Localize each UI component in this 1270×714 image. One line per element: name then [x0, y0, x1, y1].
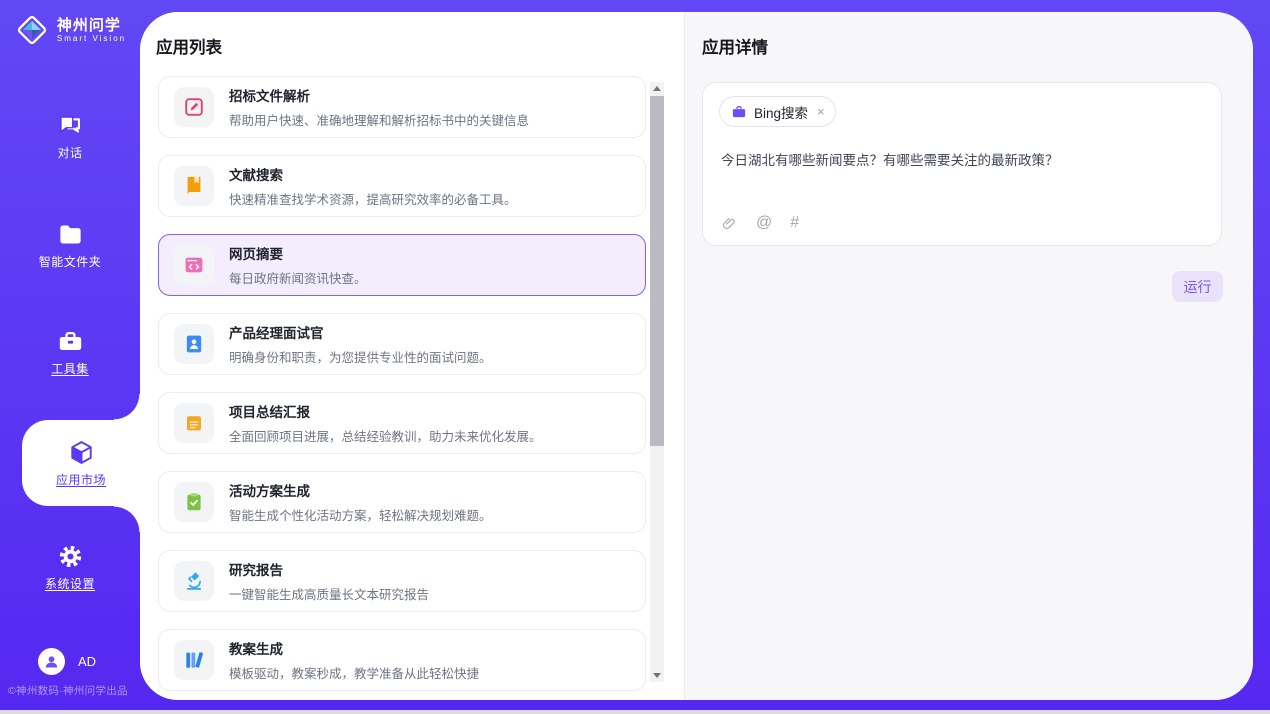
sidebar-item-label: 系统设置 — [45, 575, 95, 592]
avatar — [38, 648, 65, 675]
app-card-research-report[interactable]: 研究报告 一键智能生成高质量长文本研究报告 — [158, 550, 646, 612]
web-summary-icon — [174, 245, 214, 285]
app-card-title: 活动方案生成 — [229, 480, 492, 500]
app-card-pm-interviewer[interactable]: 产品经理面试官 明确身份和职责，为您提供专业性的面试问题。 — [158, 313, 646, 375]
app-card-event-plan[interactable]: 活动方案生成 智能生成个性化活动方案，轻松解决规划难题。 — [158, 471, 646, 533]
triangle-up-icon — [653, 86, 661, 91]
tool-chip-bing-search[interactable]: Bing搜索 × — [719, 96, 836, 127]
pm-interviewer-icon — [174, 324, 214, 364]
sidebar-item-settings[interactable]: 系统设置 — [0, 543, 140, 593]
app-card-description: 一键智能生成高质量长文本研究报告 — [229, 584, 429, 603]
app-detail-title: 应用详情 — [702, 38, 1223, 58]
app-card-description: 帮助用户快速、准确地理解和解析招标书中的关键信息 — [229, 110, 529, 129]
brand-subtitle: Smart Vision — [57, 34, 126, 44]
sidebar-item-toolset[interactable]: 工具集 — [0, 328, 140, 378]
app-list: 招标文件解析 帮助用户快速、准确地理解和解析招标书中的关键信息 文献搜索 快速精… — [158, 76, 646, 691]
mention-icon[interactable]: @ — [756, 214, 772, 232]
sidebar-item-label: 对话 — [57, 144, 82, 161]
app-list-panel: 应用列表 招标文件解析 帮助用户快速、准确地理解和解析招标书中的关键信息 — [140, 12, 684, 700]
query-input[interactable]: 今日湖北有哪些新闻要点？有哪些需要关注的最新政策？ — [721, 151, 1203, 170]
composer-card[interactable]: Bing搜索 × 今日湖北有哪些新闻要点？有哪些需要关注的最新政策？ @ # — [702, 82, 1222, 246]
person-icon — [42, 652, 61, 671]
app-card-title: 文献搜索 — [229, 164, 517, 184]
gear-icon — [57, 543, 84, 570]
brand-name: 神州问学 — [57, 17, 126, 34]
app-card-title: 招标文件解析 — [229, 85, 529, 105]
app-card-lesson-plan[interactable]: 教案生成 模板驱动，教案秒成，教学准备从此轻松快捷 — [158, 629, 646, 691]
user-name: AD — [78, 654, 96, 669]
project-report-icon — [174, 403, 214, 443]
research-report-icon — [174, 561, 214, 601]
diamond-logo-icon — [14, 12, 50, 48]
window-bottom-strip — [0, 710, 1270, 714]
app-card-description: 全面回顾项目进展，总结经验教训，助力未来优化发展。 — [229, 426, 542, 445]
sidebar: 神州问学 Smart Vision 对话 智能文件夹 工具集 应用市场 — [0, 0, 140, 714]
copyright-footer: ©神州数码·神州问学出品 — [8, 683, 140, 698]
sidebar-item-label: 应用市场 — [56, 471, 106, 488]
scrollbar-up-button[interactable] — [650, 82, 664, 95]
briefcase-icon — [731, 104, 747, 120]
app-card-literature-search[interactable]: 文献搜索 快速精准查找学术资源，提高研究效率的必备工具。 — [158, 155, 646, 217]
app-card-title: 教案生成 — [229, 638, 479, 658]
app-card-title: 项目总结汇报 — [229, 401, 542, 421]
app-card-description: 每日政府新闻资讯快查。 — [229, 268, 367, 287]
literature-search-icon — [174, 166, 214, 206]
tool-chip-label: Bing搜索 — [754, 102, 808, 122]
folder-icon — [57, 221, 84, 248]
cube-icon — [68, 439, 95, 466]
app-card-description: 模板驱动，教案秒成，教学准备从此轻松快捷 — [229, 663, 479, 682]
toolbox-icon — [57, 328, 84, 355]
brand-logo: 神州问学 Smart Vision — [0, 12, 140, 48]
chat-icon — [57, 112, 84, 139]
bid-analysis-icon — [174, 87, 214, 127]
app-list-scrollbar[interactable] — [650, 82, 664, 682]
app-card-description: 智能生成个性化活动方案，轻松解决规划难题。 — [229, 505, 492, 524]
main-container: 应用列表 招标文件解析 帮助用户快速、准确地理解和解析招标书中的关键信息 — [140, 12, 1253, 700]
app-card-project-report[interactable]: 项目总结汇报 全面回顾项目进展，总结经验教训，助力未来优化发展。 — [158, 392, 646, 454]
sidebar-item-chat[interactable]: 对话 — [0, 112, 140, 162]
event-plan-icon — [174, 482, 214, 522]
app-card-description: 明确身份和职责，为您提供专业性的面试问题。 — [229, 347, 492, 366]
composer-toolbar: @ # — [721, 214, 799, 232]
scrollbar-down-button[interactable] — [650, 669, 664, 682]
sidebar-item-smart-folder[interactable]: 智能文件夹 — [0, 221, 140, 271]
app-card-bid-analysis[interactable]: 招标文件解析 帮助用户快速、准确地理解和解析招标书中的关键信息 — [158, 76, 646, 138]
app-card-title: 研究报告 — [229, 559, 429, 579]
sidebar-item-app-market[interactable]: 应用市场 — [22, 420, 140, 506]
scrollbar-thumb[interactable] — [650, 96, 664, 446]
app-card-title: 产品经理面试官 — [229, 322, 492, 342]
hash-icon[interactable]: # — [790, 214, 799, 232]
chip-close-icon[interactable]: × — [817, 105, 825, 118]
app-card-description: 快速精准查找学术资源，提高研究效率的必备工具。 — [229, 189, 517, 208]
app-detail-panel: 应用详情 Bing搜索 × 今日湖北有哪些新闻要点？有哪些需要关注的最新政策？ … — [684, 12, 1253, 700]
sidebar-item-label: 智能文件夹 — [39, 253, 102, 270]
lesson-plan-icon — [174, 640, 214, 680]
app-list-title: 应用列表 — [140, 38, 684, 58]
triangle-down-icon — [653, 673, 661, 678]
attachment-icon[interactable] — [721, 215, 738, 232]
app-card-web-summary[interactable]: 网页摘要 每日政府新闻资讯快查。 — [158, 234, 646, 296]
sidebar-item-label: 工具集 — [51, 360, 89, 377]
app-card-title: 网页摘要 — [229, 243, 367, 263]
run-button[interactable]: 运行 — [1172, 271, 1223, 302]
user-account[interactable]: AD — [38, 648, 96, 675]
